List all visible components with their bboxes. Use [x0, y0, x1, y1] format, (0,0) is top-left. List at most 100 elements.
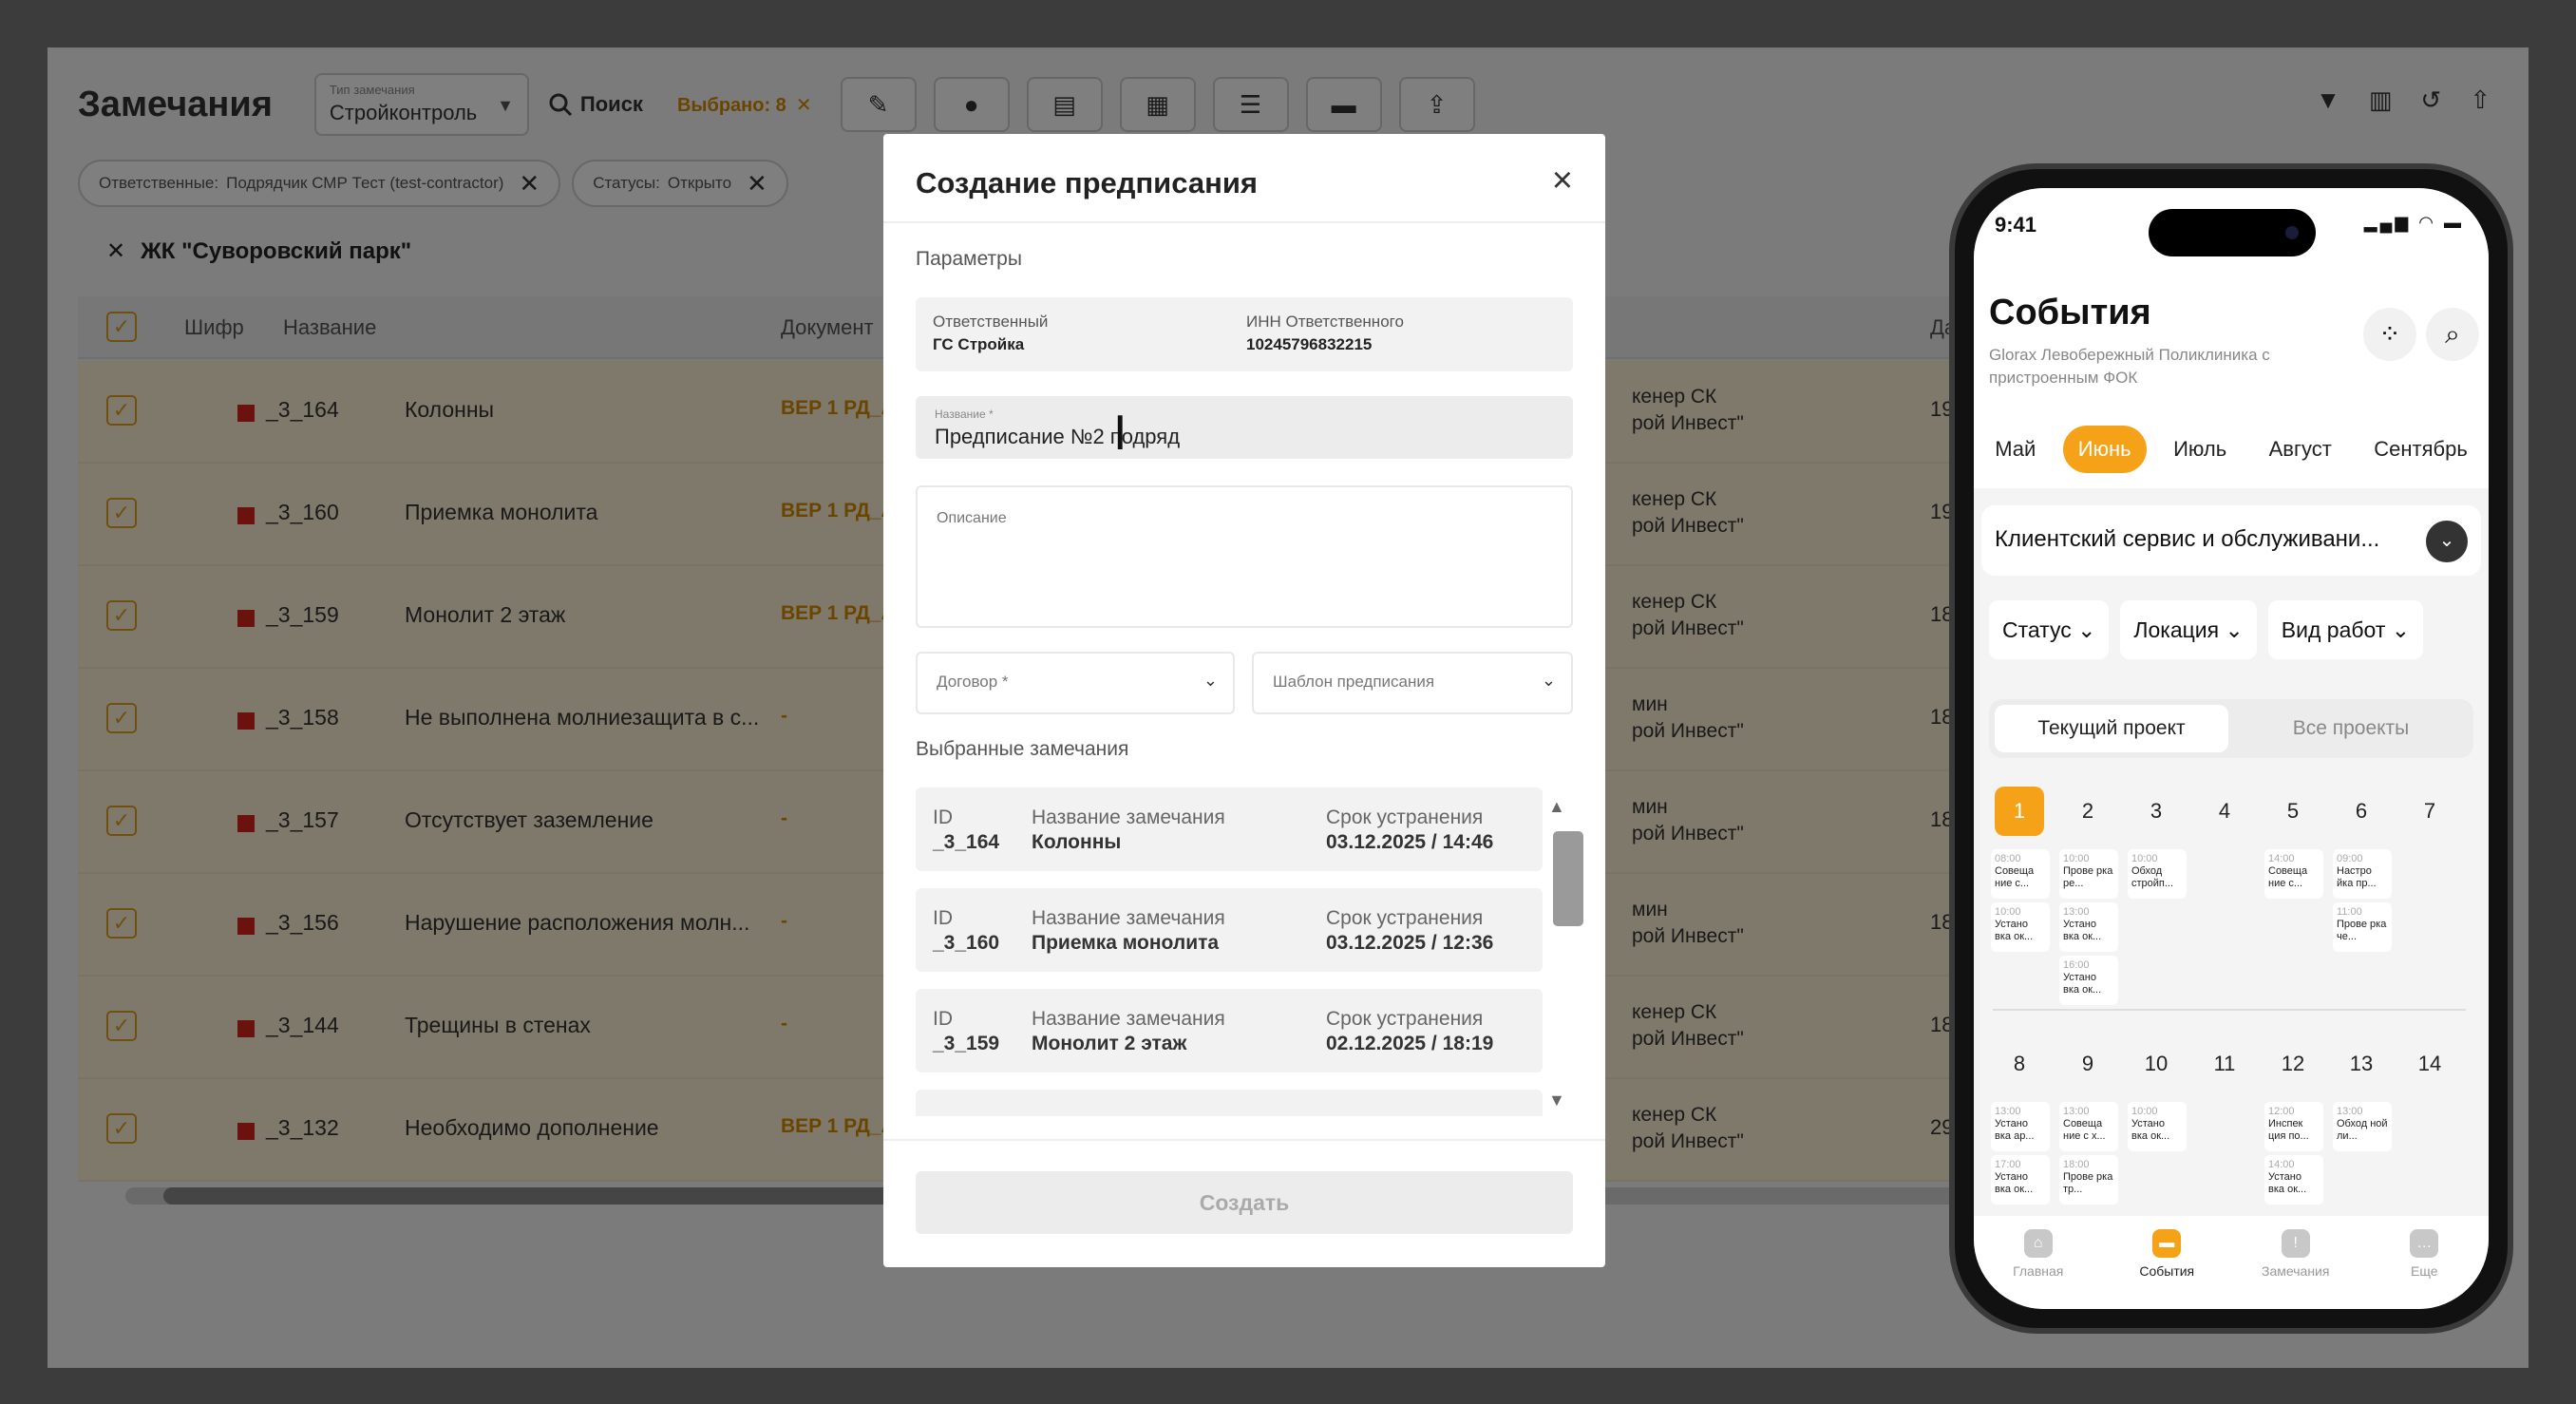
tab-icon: ⌂ [2023, 1229, 2053, 1258]
event-title: Устано вка ок... [2268, 1171, 2307, 1195]
calendar-day[interactable]: 14 [2405, 1039, 2454, 1089]
calendar-event[interactable]: 16:00 Устано вка ок... [2059, 956, 2118, 1005]
tab-События[interactable]: ▬ События [2124, 1229, 2209, 1309]
id-caption: ID [933, 806, 953, 828]
event-time: 09:00 [2337, 853, 2363, 864]
id-caption: ID [933, 1008, 953, 1030]
location-filter-label: Локация [2133, 617, 2220, 642]
list-scrollbar[interactable]: ▲ ▼ [1546, 797, 1583, 1110]
month-Июнь[interactable]: Июнь [2062, 426, 2147, 473]
selected-remark-item: ID _3_160 Название замечания Приемка моноли… [916, 888, 1543, 972]
remark-deadline: 03.12.2025 / 14:46 [1326, 831, 1494, 853]
event-time: 18:00 [2063, 1159, 2090, 1170]
calendar-day[interactable]: 13 [2337, 1039, 2386, 1089]
calendar-day[interactable]: 11 [2200, 1039, 2249, 1089]
tab-Замечания[interactable]: ! Замечания [2253, 1229, 2339, 1309]
grid-icon[interactable]: ⁘ [2363, 308, 2416, 361]
chevron-down-icon: ⌄ [2391, 617, 2411, 642]
category-select[interactable]: Клиентский сервис и обслуживани... ⌄ [1981, 505, 2481, 576]
close-icon[interactable]: × [1552, 161, 1573, 201]
event-time: 17:00 [1995, 1159, 2021, 1170]
description-field[interactable]: Описание [916, 485, 1573, 628]
month-Май[interactable]: Май [1979, 426, 2051, 473]
event-title: Обход стройп... [2131, 865, 2174, 889]
event-time: 16:00 [2063, 959, 2090, 971]
status-icons: ▂▄▆ ◠ ▬ [2364, 213, 2464, 233]
month-Сентябрь[interactable]: Сентябрь [2358, 426, 2483, 473]
tab-current-project[interactable]: Текущий проект [1995, 705, 2228, 752]
calendar-event[interactable]: 13:00 Устано вка ок... [2059, 902, 2118, 952]
event-time: 14:00 [2268, 853, 2295, 864]
week-divider [1993, 1009, 2466, 1011]
order-name-field[interactable]: Название * [916, 396, 1573, 459]
calendar-event[interactable]: 18:00 Прове рка тр... [2059, 1155, 2118, 1205]
order-name-input[interactable] [935, 425, 1505, 449]
event-time: 13:00 [2063, 906, 2090, 918]
search-icon[interactable]: ⌕ [2426, 308, 2479, 361]
responsible-info: Ответственный ГС Стройка ИНН Ответственн… [916, 297, 1573, 371]
calendar-event[interactable]: 10:00 Устано вка ок... [2128, 1102, 2187, 1151]
scroll-up-icon[interactable]: ▲ [1548, 797, 1565, 817]
tab-Еще[interactable]: … Еще [2381, 1229, 2467, 1309]
calendar-event[interactable]: 09:00 Настро йка пр... [2333, 849, 2392, 899]
location-filter[interactable]: Локация ⌄ [2120, 600, 2257, 659]
work-type-filter-label: Вид работ [2281, 617, 2386, 642]
remark-deadline: 02.12.2025 / 18:19 [1326, 1033, 1494, 1054]
calendar-day[interactable]: 9 [2063, 1039, 2112, 1089]
calendar-day[interactable]: 12 [2268, 1039, 2318, 1089]
create-order-dialog: Создание предписания × Параметры Ответст… [883, 134, 1605, 1267]
status-filter[interactable]: Статус ⌄ [1989, 600, 2110, 659]
event-title: Прове рка ре... [2063, 865, 2113, 889]
calendar-day[interactable]: 2 [2063, 787, 2112, 836]
calendar-event[interactable]: 14:00 Устано вка ок... [2264, 1155, 2323, 1205]
remark-id: _3_160 [933, 932, 1000, 954]
month-Август[interactable]: Август [2254, 426, 2347, 473]
bottom-tab-bar: ⌂ Главная ▬ События ! Замечания … Еще [1974, 1216, 2489, 1309]
calendar-event[interactable]: 13:00 Обход ной ли... [2333, 1102, 2392, 1151]
remark-name: Приемка монолита [1032, 932, 1220, 954]
calendar-grid: 1 2 3 4 5 6 7 08:00 Совеща ние с... 10:00 Устано в… [1983, 777, 2479, 1237]
calendar-day[interactable]: 7 [2405, 787, 2454, 836]
event-title: Совеща ние с х... [2063, 1118, 2106, 1142]
remark-id: _3_164 [933, 831, 1000, 853]
responsible-caption: Ответственный [933, 313, 1049, 331]
calendar-event[interactable]: 12:00 Инспек ция по... [2264, 1102, 2323, 1151]
event-title: Устано вка ок... [1995, 1171, 2034, 1195]
wifi-icon: ◠ [2418, 213, 2436, 232]
deadline-caption: Срок устранения [1326, 907, 1484, 929]
work-type-filter[interactable]: Вид работ ⌄ [2267, 600, 2424, 659]
calendar-event[interactable]: 11:00 Прове рка че... [2333, 902, 2392, 952]
calendar-day[interactable]: 8 [1995, 1039, 2044, 1089]
scrollbar-thumb[interactable] [1553, 831, 1583, 926]
calendar-day[interactable]: 10 [2131, 1039, 2181, 1089]
calendar-event[interactable]: 10:00 Устано вка ок... [1991, 902, 2050, 952]
remark-name: Монолит 2 этаж [1032, 1033, 1187, 1054]
event-time: 13:00 [1995, 1106, 2021, 1117]
tab-all-projects[interactable]: Все проекты [2234, 705, 2468, 752]
calendar-event[interactable]: 08:00 Совеща ние с... [1991, 849, 2050, 899]
scroll-down-icon[interactable]: ▼ [1548, 1091, 1565, 1110]
calendar-day[interactable]: 3 [2131, 787, 2181, 836]
event-time: 13:00 [2337, 1106, 2363, 1117]
tab-Главная[interactable]: ⌂ Главная [1996, 1229, 2081, 1309]
template-select[interactable]: Шаблон предписания ⌄ [1252, 652, 1573, 714]
calendar-event[interactable]: 10:00 Прове рка ре... [2059, 849, 2118, 899]
calendar-day[interactable]: 6 [2337, 787, 2386, 836]
calendar-day[interactable]: 4 [2200, 787, 2249, 836]
calendar-event[interactable]: 14:00 Совеща ние с... [2264, 849, 2323, 899]
camera-icon [2285, 226, 2299, 239]
tab-icon: ▬ [2152, 1229, 2182, 1258]
calendar-event[interactable]: 13:00 Совеща ние с х... [2059, 1102, 2118, 1151]
calendar-event[interactable]: 17:00 Устано вка ок... [1991, 1155, 2050, 1205]
calendar-day[interactable]: 5 [2268, 787, 2318, 836]
month-Июль[interactable]: Июль [2158, 426, 2242, 473]
calendar-event[interactable]: 13:00 Устано вка ар... [1991, 1102, 2050, 1151]
calendar-event[interactable]: 10:00 Обход стройп... [2128, 849, 2187, 899]
create-button[interactable]: Создать [916, 1171, 1573, 1234]
selected-remarks-list: ID _3_164 Название замечания Колонны Срок ус… [916, 787, 1543, 1116]
template-placeholder: Шаблон предписания [1273, 673, 1435, 691]
selected-remark-item: ID _3_164 Название замечания Колонны Срок ус… [916, 787, 1543, 871]
contract-select[interactable]: Договор * ⌄ [916, 652, 1235, 714]
calendar-day[interactable]: 1 [1995, 787, 2044, 836]
chevron-down-icon[interactable]: ⌄ [2426, 521, 2468, 562]
